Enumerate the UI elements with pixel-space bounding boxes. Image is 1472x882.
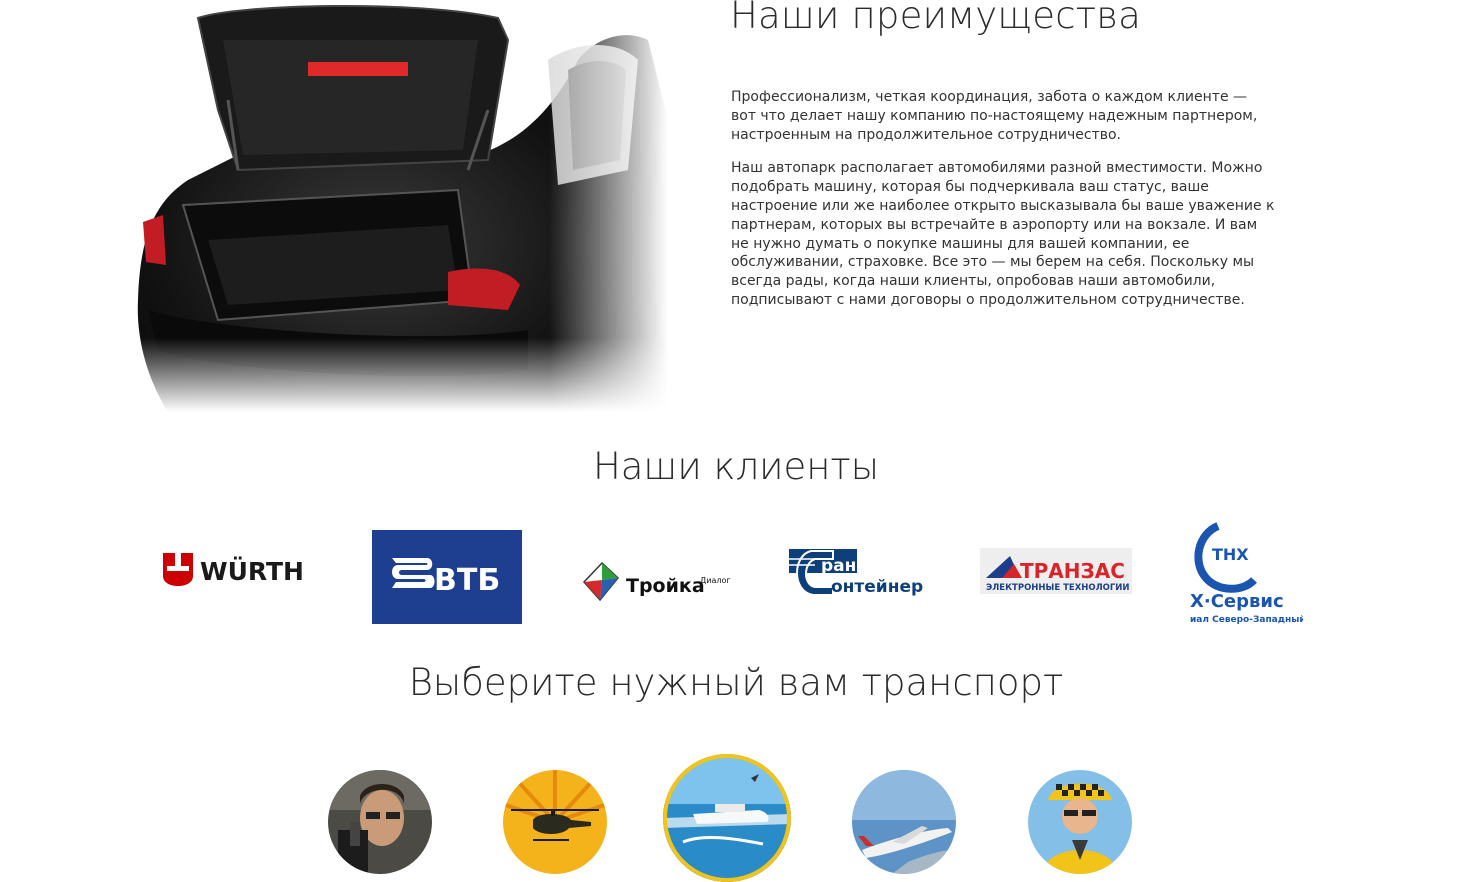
car-trunk-photo: [128, 0, 668, 412]
helicopter-icon: [503, 770, 607, 874]
driver-photo-icon: [328, 770, 432, 874]
wurth-icon: WÜRTH: [163, 553, 304, 586]
tnk-logo-text: Х·Сервис: [1190, 591, 1284, 612]
transport-option-yacht[interactable]: [663, 754, 791, 882]
transcontainer-line-2: онтейнер: [831, 577, 923, 597]
advantages-paragraph: Профессионализм, четкая координация, заб…: [731, 89, 1258, 143]
tranzas-logo-subtitle: ЭЛЕКТРОННЫЕ ТЕХНОЛОГИИ: [986, 583, 1130, 593]
tnk-logo-subtitle: иал Северо-Западный: [1190, 615, 1303, 625]
wurth-logo-text: WÜRTH: [200, 556, 304, 586]
client-logo-tranzas[interactable]: ТРАНЗАС ЭЛЕКТРОННЫЕ ТЕХНОЛОГИИ: [980, 548, 1132, 594]
troika-icon: Тройка Диалог: [582, 561, 731, 602]
transport-option-taxi[interactable]: [1028, 770, 1132, 874]
tranzas-icon: ТРАНЗАС ЭЛЕКТРОННЫЕ ТЕХНОЛОГИИ: [980, 548, 1132, 594]
tranzas-logo-text: ТРАНЗАС: [1020, 559, 1125, 583]
clients-title: Наши клиенты: [592, 445, 880, 488]
taxi-driver-icon: [1028, 770, 1132, 874]
transcontainer-line-1: ранс: [821, 556, 866, 576]
troika-logo-text: Тройка: [626, 575, 705, 597]
transport-option-driver[interactable]: [328, 770, 432, 874]
advantages-text: Профессионализм, четкая координация, заб…: [731, 88, 1276, 325]
troika-logo-superscript: Диалог: [700, 576, 731, 585]
client-logo-wurth[interactable]: WÜRTH: [160, 548, 315, 588]
client-logo-transcontainer[interactable]: ранс онтейнер: [787, 547, 927, 599]
transport-title: Выберите нужный вам транспорт: [408, 661, 1064, 704]
transcontainer-icon: ранс онтейнер: [789, 549, 923, 597]
advantages-title: Наши преимущества: [730, 0, 1142, 37]
business-jet-icon: [852, 770, 956, 874]
vtb-icon: ВТБ: [392, 558, 500, 598]
client-logo-tnk-service[interactable]: ТНХ Х·Сервис иал Северо-Западный: [1188, 522, 1306, 626]
transport-option-helicopter[interactable]: [503, 770, 607, 874]
client-logo-vtb[interactable]: ВТБ: [372, 530, 522, 624]
tnk-service-icon: ТНХ Х·Сервис иал Северо-Западный: [1190, 522, 1306, 625]
yacht-icon: [663, 754, 791, 882]
transport-option-business-jet[interactable]: [852, 770, 956, 874]
vtb-logo-text: ВТБ: [434, 563, 500, 598]
tnk-badge-text: ТНХ: [1212, 545, 1249, 564]
advantages-paragraph: Наш автопарк располагает автомобилями ра…: [731, 160, 1275, 308]
client-logo-troika[interactable]: Тройка Диалог: [582, 558, 732, 604]
